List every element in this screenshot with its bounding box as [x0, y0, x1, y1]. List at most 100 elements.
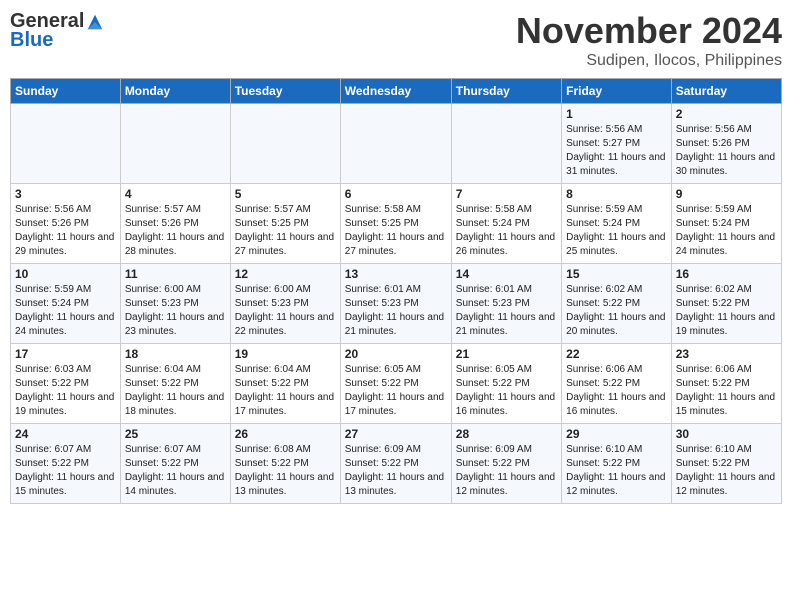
day-info: Sunrise: 5:57 AM Sunset: 5:26 PM Dayligh… [125, 203, 226, 259]
day-info: Sunrise: 5:56 AM Sunset: 5:27 PM Dayligh… [566, 123, 667, 179]
day-number: 24 [15, 427, 116, 441]
calendar-cell: 10 Sunrise: 5:59 AM Sunset: 5:24 PM Dayli… [11, 264, 121, 344]
weekday-row: SundayMondayTuesdayWednesdayThursdayFrid… [11, 79, 782, 104]
day-number: 2 [676, 107, 777, 121]
calendar-cell [120, 104, 230, 184]
day-info: Sunrise: 6:02 AM Sunset: 5:22 PM Dayligh… [676, 283, 777, 339]
calendar-cell [451, 104, 561, 184]
calendar-cell: 23 Sunrise: 6:06 AM Sunset: 5:22 PM Dayli… [671, 344, 781, 424]
day-info: Sunrise: 6:06 AM Sunset: 5:22 PM Dayligh… [676, 363, 777, 419]
calendar-cell: 11Sunrise: 6:00 AM Sunset: 5:23 PM Dayli… [120, 264, 230, 344]
logo: General Blue [10, 10, 104, 52]
day-info: Sunrise: 6:07 AM Sunset: 5:22 PM Dayligh… [125, 443, 226, 499]
calendar-cell: 20 Sunrise: 6:05 AM Sunset: 5:22 PM Dayli… [340, 344, 451, 424]
day-info: Sunrise: 6:03 AM Sunset: 5:22 PM Dayligh… [15, 363, 116, 419]
calendar-cell [340, 104, 451, 184]
day-info: Sunrise: 6:05 AM Sunset: 5:22 PM Dayligh… [345, 363, 447, 419]
weekday-header: Wednesday [340, 79, 451, 104]
day-info: Sunrise: 6:00 AM Sunset: 5:23 PM Dayligh… [235, 283, 336, 339]
day-number: 10 [15, 267, 116, 281]
day-number: 17 [15, 347, 116, 361]
weekday-header: Sunday [11, 79, 121, 104]
day-number: 19 [235, 347, 336, 361]
day-number: 20 [345, 347, 447, 361]
day-info: Sunrise: 6:08 AM Sunset: 5:22 PM Dayligh… [235, 443, 336, 499]
day-info: Sunrise: 5:56 AM Sunset: 5:26 PM Dayligh… [676, 123, 777, 179]
logo-icon [86, 13, 104, 31]
title-block: November 2024 Sudipen, Ilocos, Philippin… [516, 10, 782, 70]
calendar-body: 1 Sunrise: 5:56 AM Sunset: 5:27 PM Daylig… [11, 104, 782, 504]
calendar-cell: 15Sunrise: 6:02 AM Sunset: 5:22 PM Dayli… [562, 264, 672, 344]
day-info: Sunrise: 6:10 AM Sunset: 5:22 PM Dayligh… [566, 443, 667, 499]
logo-blue-text: Blue [10, 29, 53, 52]
day-info: Sunrise: 6:02 AM Sunset: 5:22 PM Dayligh… [566, 283, 667, 339]
calendar-cell: 22 Sunrise: 6:06 AM Sunset: 5:22 PM Dayli… [562, 344, 672, 424]
day-number: 26 [235, 427, 336, 441]
day-number: 8 [566, 187, 667, 201]
calendar-cell: 1 Sunrise: 5:56 AM Sunset: 5:27 PM Daylig… [562, 104, 672, 184]
calendar-cell: 17 Sunrise: 6:03 AM Sunset: 5:22 PM Dayli… [11, 344, 121, 424]
calendar-week-row: 3 Sunrise: 5:56 AM Sunset: 5:26 PM Daylig… [11, 184, 782, 264]
calendar-cell: 12 Sunrise: 6:00 AM Sunset: 5:23 PM Dayli… [230, 264, 340, 344]
calendar-cell: 7Sunrise: 5:58 AM Sunset: 5:24 PM Daylig… [451, 184, 561, 264]
calendar-cell: 13 Sunrise: 6:01 AM Sunset: 5:23 PM Dayli… [340, 264, 451, 344]
calendar-cell: 2 Sunrise: 5:56 AM Sunset: 5:26 PM Daylig… [671, 104, 781, 184]
calendar-week-row: 10 Sunrise: 5:59 AM Sunset: 5:24 PM Dayli… [11, 264, 782, 344]
weekday-header: Saturday [671, 79, 781, 104]
calendar-cell: 26 Sunrise: 6:08 AM Sunset: 5:22 PM Dayli… [230, 424, 340, 504]
day-info: Sunrise: 5:59 AM Sunset: 5:24 PM Dayligh… [676, 203, 777, 259]
calendar-cell [11, 104, 121, 184]
calendar-table: SundayMondayTuesdayWednesdayThursdayFrid… [10, 78, 782, 504]
day-info: Sunrise: 6:09 AM Sunset: 5:22 PM Dayligh… [456, 443, 557, 499]
day-number: 3 [15, 187, 116, 201]
weekday-header: Thursday [451, 79, 561, 104]
weekday-header: Friday [562, 79, 672, 104]
calendar-cell [230, 104, 340, 184]
month-title: November 2024 [516, 10, 782, 52]
day-number: 23 [676, 347, 777, 361]
day-number: 12 [235, 267, 336, 281]
day-info: Sunrise: 6:06 AM Sunset: 5:22 PM Dayligh… [566, 363, 667, 419]
day-number: 9 [676, 187, 777, 201]
day-number: 13 [345, 267, 447, 281]
calendar-cell: 18 Sunrise: 6:04 AM Sunset: 5:22 PM Dayli… [120, 344, 230, 424]
day-info: Sunrise: 5:58 AM Sunset: 5:24 PM Dayligh… [456, 203, 557, 259]
day-info: Sunrise: 5:57 AM Sunset: 5:25 PM Dayligh… [235, 203, 336, 259]
day-number: 16 [676, 267, 777, 281]
day-info: Sunrise: 6:05 AM Sunset: 5:22 PM Dayligh… [456, 363, 557, 419]
calendar-cell: 24Sunrise: 6:07 AM Sunset: 5:22 PM Dayli… [11, 424, 121, 504]
day-info: Sunrise: 5:59 AM Sunset: 5:24 PM Dayligh… [15, 283, 116, 339]
calendar-cell: 21Sunrise: 6:05 AM Sunset: 5:22 PM Dayli… [451, 344, 561, 424]
calendar-cell: 4Sunrise: 5:57 AM Sunset: 5:26 PM Daylig… [120, 184, 230, 264]
calendar-week-row: 1 Sunrise: 5:56 AM Sunset: 5:27 PM Daylig… [11, 104, 782, 184]
day-number: 28 [456, 427, 557, 441]
calendar-cell: 25Sunrise: 6:07 AM Sunset: 5:22 PM Dayli… [120, 424, 230, 504]
calendar-header: SundayMondayTuesdayWednesdayThursdayFrid… [11, 79, 782, 104]
calendar-cell: 28 Sunrise: 6:09 AM Sunset: 5:22 PM Dayli… [451, 424, 561, 504]
weekday-header: Monday [120, 79, 230, 104]
day-number: 27 [345, 427, 447, 441]
calendar-cell: 5Sunrise: 5:57 AM Sunset: 5:25 PM Daylig… [230, 184, 340, 264]
calendar-cell: 3 Sunrise: 5:56 AM Sunset: 5:26 PM Daylig… [11, 184, 121, 264]
day-number: 22 [566, 347, 667, 361]
calendar-cell: 9 Sunrise: 5:59 AM Sunset: 5:24 PM Daylig… [671, 184, 781, 264]
day-number: 11 [125, 267, 226, 281]
day-number: 29 [566, 427, 667, 441]
day-number: 14 [456, 267, 557, 281]
day-info: Sunrise: 5:59 AM Sunset: 5:24 PM Dayligh… [566, 203, 667, 259]
day-info: Sunrise: 5:58 AM Sunset: 5:25 PM Dayligh… [345, 203, 447, 259]
day-number: 18 [125, 347, 226, 361]
day-info: Sunrise: 6:01 AM Sunset: 5:23 PM Dayligh… [345, 283, 447, 339]
day-info: Sunrise: 6:01 AM Sunset: 5:23 PM Dayligh… [456, 283, 557, 339]
calendar-cell: 16 Sunrise: 6:02 AM Sunset: 5:22 PM Dayli… [671, 264, 781, 344]
day-info: Sunrise: 6:04 AM Sunset: 5:22 PM Dayligh… [125, 363, 226, 419]
day-info: Sunrise: 5:56 AM Sunset: 5:26 PM Dayligh… [15, 203, 116, 259]
calendar-cell: 6 Sunrise: 5:58 AM Sunset: 5:25 PM Daylig… [340, 184, 451, 264]
calendar-cell: 29 Sunrise: 6:10 AM Sunset: 5:22 PM Dayli… [562, 424, 672, 504]
day-info: Sunrise: 6:10 AM Sunset: 5:22 PM Dayligh… [676, 443, 777, 499]
day-number: 30 [676, 427, 777, 441]
day-number: 1 [566, 107, 667, 121]
calendar-week-row: 24 Sunrise: 6:07 AM Sunset: 5:22 PM Dayli… [11, 424, 782, 504]
day-number: 6 [345, 187, 447, 201]
calendar-week-row: 17 Sunrise: 6:03 AM Sunset: 5:22 PM Dayli… [11, 344, 782, 424]
